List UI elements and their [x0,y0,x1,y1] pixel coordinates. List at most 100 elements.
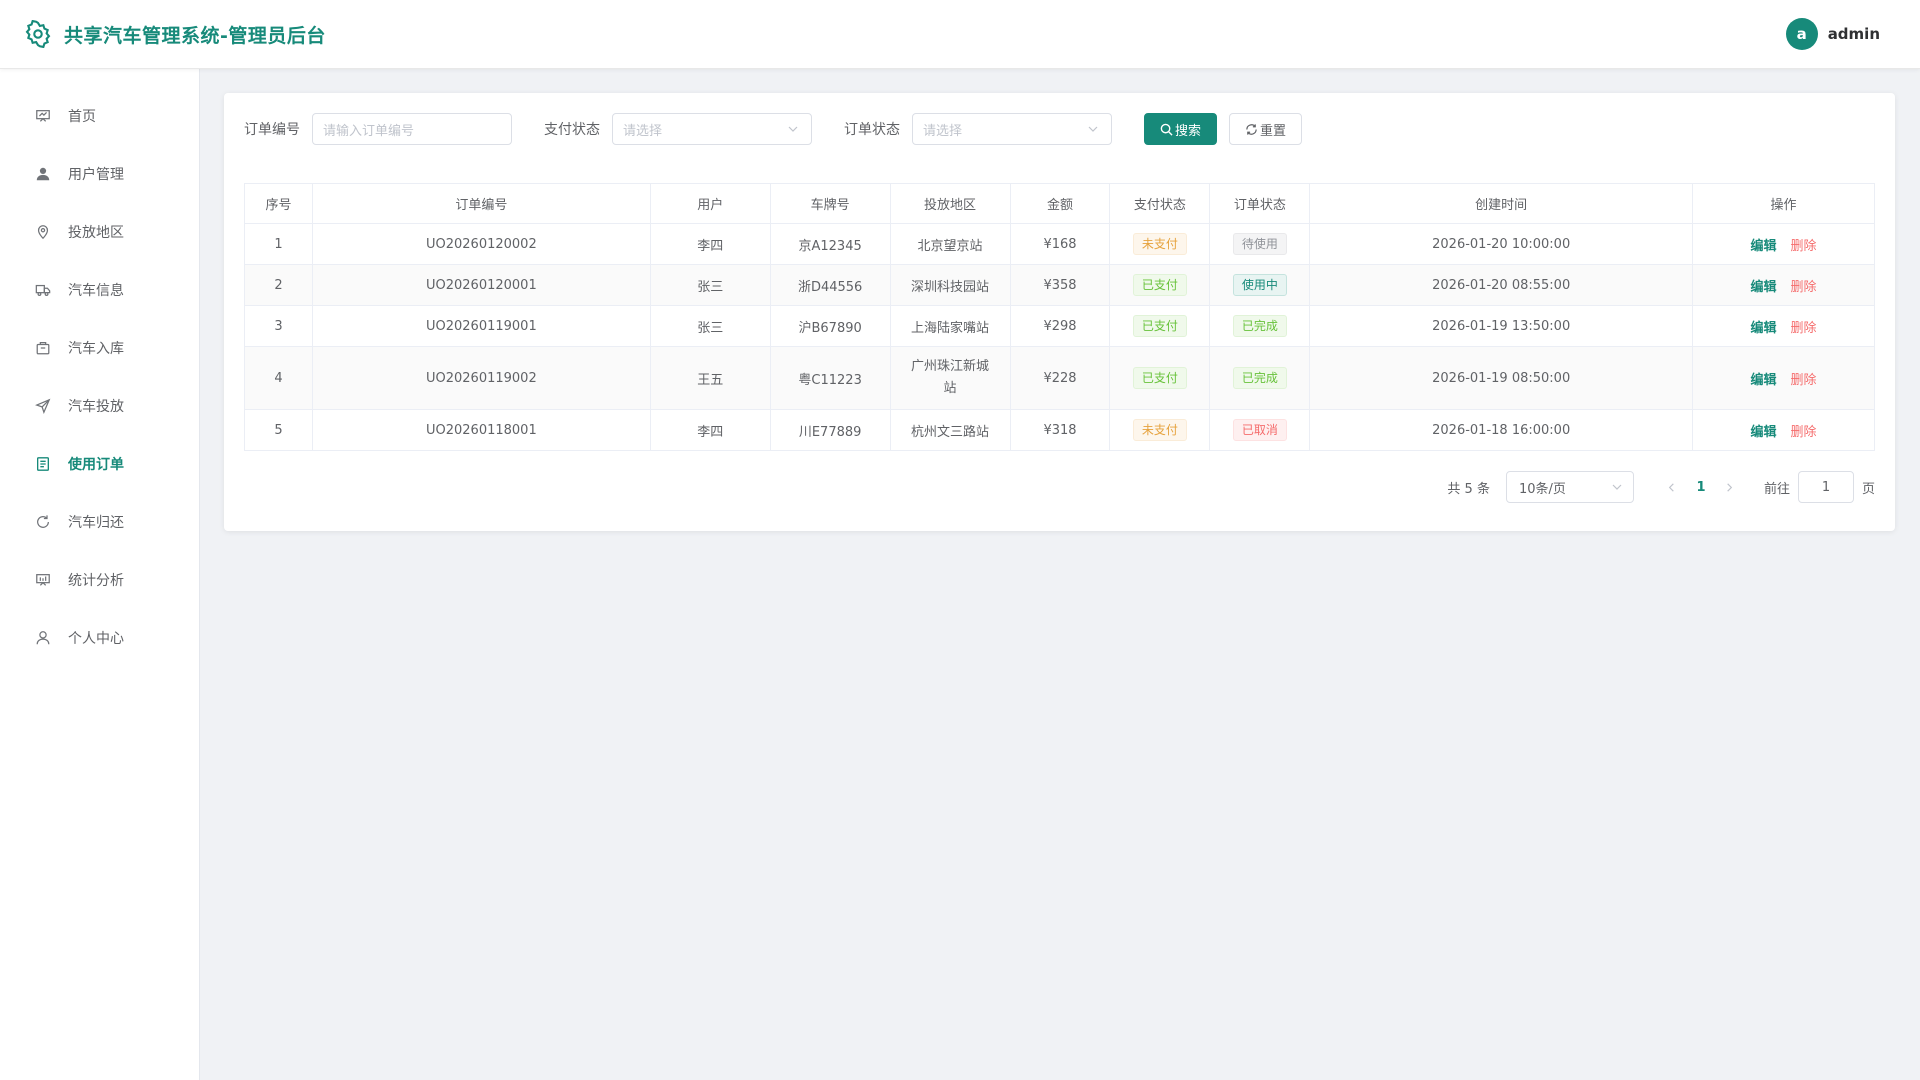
order-status-badge: 已完成 [1232,315,1287,337]
cell-order-no: UO20260118001 [311,409,651,451]
edit-button[interactable]: 编辑 [1751,373,1777,388]
col-header-user: 用户 [649,183,771,224]
col-header-actions: 操作 [1692,183,1875,224]
filter-bar: 订单编号 请输入订单编号 支付状态 请选择 订单状态 请选择 搜索 重置 [244,113,1875,145]
cell-order-no: UO20260119001 [311,305,651,347]
chevron-down-icon [1087,123,1099,135]
user-icon [34,165,52,183]
cell-plate: 京A12345 [769,223,891,265]
cell-user: 张三 [649,305,771,347]
reset-button[interactable]: 重置 [1229,113,1303,145]
edit-button[interactable]: 编辑 [1751,280,1777,295]
order-status-badge: 已完成 [1232,367,1287,389]
col-header-pay-status: 支付状态 [1109,183,1211,224]
pay-status-badge: 未支付 [1132,233,1187,255]
username[interactable]: admin [1828,25,1880,43]
pay-status-badge: 未支付 [1132,419,1187,441]
cell-plate: 浙D44556 [769,264,891,306]
orders-card: 订单编号 请输入订单编号 支付状态 请选择 订单状态 请选择 搜索 重置 序号 … [224,93,1895,531]
search-icon [1160,123,1173,136]
dashboard-icon [34,107,52,125]
cell-user: 张三 [649,264,771,306]
edit-button[interactable]: 编辑 [1751,239,1777,254]
app-header: 共享汽车管理系统-管理员后台 a admin [0,0,1920,69]
order-no-input[interactable]: 请输入订单编号 [312,113,512,145]
next-page-button[interactable] [1716,473,1744,501]
edit-button[interactable]: 编辑 [1751,425,1777,440]
cell-order-no: UO20260120002 [311,223,651,265]
table-row: 5 UO20260118001 李四 川E77889 杭州文三路站 ¥318 未… [244,409,1875,451]
cell-user: 李四 [649,409,771,451]
sidebar-item-car-info[interactable]: 汽车信息 [0,261,199,319]
cell-region: 上海陆家嘴站 [889,305,1011,347]
sidebar-item-label: 使用订单 [68,457,124,473]
chevron-down-icon [787,123,799,135]
cell-index: 3 [244,305,313,347]
goto-page-input[interactable]: 1 [1797,471,1854,503]
delete-button[interactable]: 删除 [1791,280,1817,295]
sidebar-item-users[interactable]: 用户管理 [0,145,199,203]
order-status-label: 订单状态 [844,122,900,138]
sidebar-item-regions[interactable]: 投放地区 [0,203,199,261]
orders-table: 序号 订单编号 用户 车牌号 投放地区 金额 支付状态 订单状态 创建时间 操作… [244,183,1875,451]
cell-user: 李四 [649,223,771,265]
avatar[interactable]: a [1785,18,1818,50]
cell-created: 2026-01-20 08:55:00 [1309,264,1694,306]
prev-page-button[interactable] [1658,473,1686,501]
delete-button[interactable]: 删除 [1791,321,1817,336]
sidebar-item-label: 用户管理 [68,167,124,183]
cell-user: 王五 [649,346,771,410]
col-header-created: 创建时间 [1309,183,1694,224]
cell-plate: 沪B67890 [769,305,891,347]
table-row: 3 UO20260119001 张三 沪B67890 上海陆家嘴站 ¥298 已… [244,305,1875,347]
chevron-right-icon [1727,482,1733,492]
table-row: 4 UO20260119002 王五 粤C11223 广州珠江新城站 ¥228 … [244,346,1875,410]
search-button-label: 搜索 [1175,123,1202,139]
delete-button[interactable]: 删除 [1791,425,1817,440]
sidebar-item-label: 个人中心 [68,631,124,647]
page-size-select[interactable]: 10条/页 [1505,471,1634,503]
total-count: 共 5 条 [1447,481,1490,497]
refresh-icon [34,513,52,531]
user-menu[interactable]: a admin [1785,18,1880,50]
edit-button[interactable]: 编辑 [1751,321,1777,336]
cell-plate: 粤C11223 [769,346,891,410]
document-icon [34,455,52,473]
location-icon [34,223,52,241]
sidebar-item-label: 汽车入库 [68,341,124,357]
order-status-badge: 已取消 [1232,419,1287,441]
delete-button[interactable]: 删除 [1791,373,1817,388]
sidebar-item-orders[interactable]: 使用订单 [0,435,199,493]
page-size-value: 10条/页 [1518,481,1566,497]
sidebar-item-label: 汽车归还 [68,515,124,531]
pay-status-select[interactable]: 请选择 [612,113,812,145]
cell-order-no: UO20260119002 [311,346,651,410]
search-button[interactable]: 搜索 [1144,113,1218,145]
cell-created: 2026-01-20 10:00:00 [1309,223,1694,265]
col-header-plate: 车牌号 [769,183,891,224]
user-outline-icon [34,629,52,647]
table-row: 1 UO20260120002 李四 京A12345 北京望京站 ¥168 未支… [244,223,1875,265]
sidebar-item-home[interactable]: 首页 [0,87,199,145]
sidebar-item-statistics[interactable]: 统计分析 [0,551,199,609]
order-status-badge: 使用中 [1232,274,1287,296]
cell-index: 5 [244,409,313,451]
sidebar-item-car-deploy[interactable]: 汽车投放 [0,377,199,435]
sidebar: 首页 用户管理 投放地区 汽车信息 汽车入库 汽车投放 使用订单 汽车归还 统计… [0,69,200,1080]
sidebar-item-car-stock[interactable]: 汽车入库 [0,319,199,377]
col-header-region: 投放地区 [889,183,1011,224]
sidebar-item-profile[interactable]: 个人中心 [0,609,199,667]
gear-icon [24,19,52,49]
cell-amount: ¥298 [1009,305,1111,347]
col-header-order-no: 订单编号 [311,183,651,224]
sidebar-item-car-return[interactable]: 汽车归还 [0,493,199,551]
page-number[interactable]: 1 [1686,480,1716,495]
order-status-select[interactable]: 请选择 [912,113,1112,145]
send-icon [34,397,52,415]
order-status-placeholder: 请选择 [923,123,963,139]
order-status-badge: 待使用 [1232,233,1287,255]
pay-status-badge: 已支付 [1132,315,1187,337]
cell-region: 杭州文三路站 [889,409,1011,451]
cell-created: 2026-01-19 13:50:00 [1309,305,1694,347]
delete-button[interactable]: 删除 [1791,239,1817,254]
